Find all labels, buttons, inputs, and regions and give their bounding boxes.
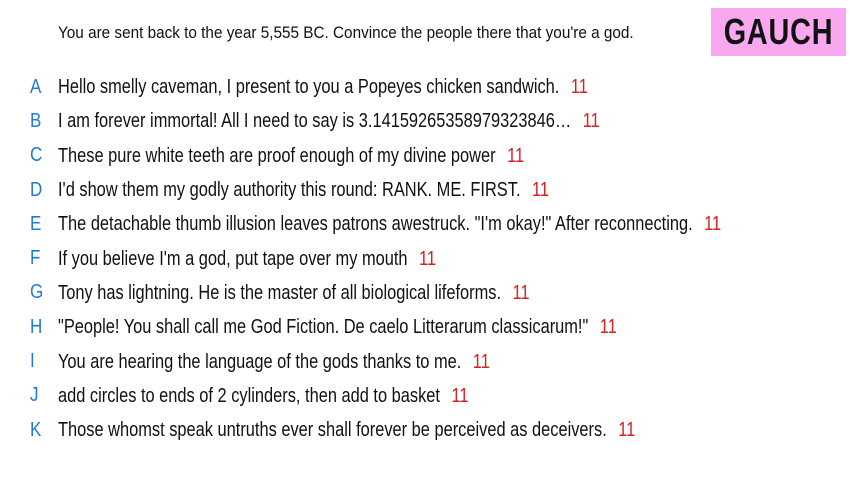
answer-letter: B [30,109,42,132]
answer-score: 11 [582,110,600,133]
answer-score: 11 [599,316,617,339]
answer-row-e: E The detachable thumb illusion leaves p… [0,207,853,241]
answer-row-d: D I'd show them my godly authority this … [0,173,853,207]
answer-score: 11 [512,281,530,304]
answer-letter: K [30,418,42,441]
answer-score: 11 [472,350,490,373]
answer-letter: F [30,247,41,270]
answer-text: Tony has lightning. He is the master of … [58,281,502,304]
answer-letter: J [30,384,39,407]
answer-letter: E [30,212,42,235]
answer-text: The detachable thumb illusion leaves pat… [58,213,693,236]
answer-score: 11 [451,384,469,407]
answer-score: 11 [704,213,722,236]
answer-row-a: A Hello smelly caveman, I present to you… [0,70,853,104]
answer-text: I am forever immortal! All I need to say… [58,110,572,133]
answer-letter: D [30,178,43,201]
answer-row-g: G Tony has lightning. He is the master o… [0,276,853,310]
answer-row-h: H "People! You shall call me God Fiction… [0,310,853,344]
answer-text: "People! You shall call me God Fiction. … [58,316,589,339]
answer-row-f: F If you believe I'm a god, put tape ove… [0,241,853,275]
answer-row-k: K Those whomst speak untruths ever shall… [0,413,853,447]
answer-score: 11 [531,179,550,202]
answer-row-i: I You are hearing the language of the go… [0,344,853,378]
answer-letter: H [30,315,43,338]
answer-score: 11 [507,144,525,167]
answer-text: add circles to ends of 2 cylinders, then… [58,384,440,407]
answer-text: These pure white teeth are proof enough … [58,144,496,167]
answer-letter: C [30,144,43,167]
answer-text: Hello smelly caveman, I present to you a… [58,76,560,99]
answer-letter: A [30,75,42,98]
answer-row-j: J add circles to ends of 2 cylinders, th… [0,379,853,413]
question-prompt: You are sent back to the year 5,555 BC. … [58,23,634,42]
answer-letter: I [30,350,35,373]
answer-text: Those whomst speak untruths ever shall f… [58,419,607,442]
answer-score: 11 [419,247,437,270]
player-name: GAUCH [723,11,834,52]
answer-score: 11 [618,419,636,442]
answer-row-b: B I am forever immortal! All I need to s… [0,104,853,138]
answer-list: A Hello smelly caveman, I present to you… [0,70,853,447]
answer-text: I'd show them my godly authority this ro… [58,179,521,202]
player-name-badge: GAUCH [711,8,846,56]
answer-score: 11 [570,76,588,99]
answer-letter: G [30,281,44,304]
answer-text: You are hearing the language of the gods… [58,350,462,373]
answer-text: If you believe I'm a god, put tape over … [58,247,408,270]
answer-row-c: C These pure white teeth are proof enoug… [0,139,853,173]
